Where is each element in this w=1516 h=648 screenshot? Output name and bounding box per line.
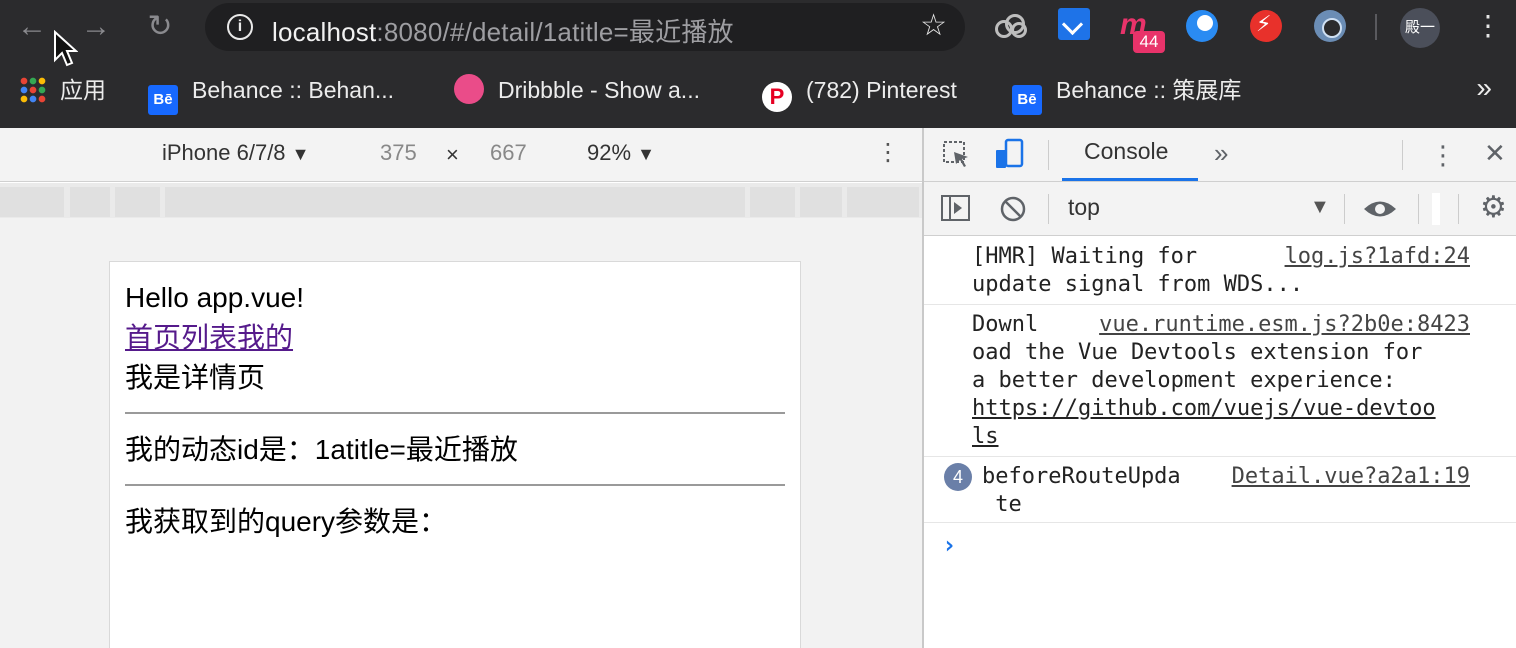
device-toggle-icon[interactable] — [994, 138, 1028, 172]
console-prompt-icon[interactable]: › — [942, 531, 956, 559]
tab-divider — [1048, 140, 1049, 170]
device-select[interactable]: iPhone 6/7/8 ▼ — [162, 140, 310, 166]
toolbar-divider — [1375, 14, 1377, 40]
bookmark-apps[interactable]: 应用 — [20, 74, 106, 106]
more-tabs-icon[interactable]: » — [1214, 138, 1228, 169]
mouse-cursor-icon — [54, 30, 78, 67]
bookmark-label: Dribbble - Show a... — [498, 77, 700, 103]
bookmark-label: (782) Pinterest — [806, 77, 957, 103]
dimension-times: × — [446, 142, 459, 167]
viewport-height-input[interactable]: 667 — [490, 140, 527, 166]
bookmark-star-icon[interactable]: ☆ — [920, 8, 947, 43]
toolbar-divider — [1048, 194, 1049, 224]
info-icon[interactable]: i — [227, 14, 253, 40]
active-tab-indicator — [1062, 178, 1198, 181]
extension-download-icon[interactable] — [1058, 8, 1090, 40]
sidebar-toggle-icon[interactable] — [940, 194, 972, 224]
devtools-tabbar: Console » ⋮ ✕ — [924, 128, 1516, 182]
back-arrow-icon[interactable]: ← — [14, 10, 50, 46]
bookmark-behance-1[interactable]: Bē Behance :: Behan... — [148, 74, 394, 115]
tab-console[interactable]: Console — [1084, 138, 1168, 165]
toolbar-divider — [1344, 194, 1345, 224]
bookmark-label: Behance :: 策展库 — [1056, 77, 1242, 103]
detail-heading: 我是详情页 — [125, 362, 266, 393]
behance-icon: Bē — [1012, 85, 1042, 115]
media-query-segment[interactable] — [750, 187, 795, 217]
bookmark-pinterest[interactable]: P (782) Pinterest — [762, 74, 957, 112]
toolbar-divider — [1458, 194, 1459, 224]
reload-icon[interactable]: ↻ — [142, 10, 178, 46]
console-message: Downl oad the Vue Devtools extension for… — [924, 305, 1516, 457]
extension-blue-circle-icon[interactable] — [1186, 10, 1218, 42]
zoom-select[interactable]: 92% ▼ — [587, 140, 655, 166]
console-output: [HMR] Waiting for update signal from WDS… — [924, 237, 1516, 648]
media-query-segment[interactable] — [800, 187, 842, 217]
url-host: localhost — [272, 17, 377, 47]
nav-links[interactable]: 首页列表我的 — [125, 322, 293, 353]
media-query-segment[interactable] — [115, 187, 160, 217]
zoom-dropdown-icon: ▼ — [637, 144, 655, 164]
extension-badge: 44 — [1133, 31, 1165, 53]
bookmark-dribbble[interactable]: Dribbble - Show a... — [454, 74, 700, 106]
address-bar[interactable]: i localhost:8080/#/detail/1atitle=最近播放 ☆ — [205, 3, 965, 51]
device-toolbar-menu-icon[interactable]: ⋮ — [876, 138, 900, 167]
console-toolbar: top ▼ ⚙ — [924, 182, 1516, 236]
browser-chrome: ← → ↻ i localhost:8080/#/detail/1atitle=… — [0, 0, 1516, 128]
pinterest-icon: P — [762, 82, 792, 112]
close-devtools-icon[interactable]: ✕ — [1484, 138, 1506, 169]
extension-ring-icon[interactable] — [1314, 10, 1346, 42]
extension-cloud-icon[interactable] — [993, 8, 1029, 44]
dribbble-icon — [454, 74, 484, 104]
media-query-segment[interactable] — [0, 187, 64, 217]
device-name: iPhone 6/7/8 — [162, 140, 286, 165]
viewport-width-input[interactable]: 375 — [380, 140, 417, 166]
media-query-bar — [0, 183, 922, 218]
url-path: :8080/#/detail/1atitle=最近播放 — [376, 17, 734, 47]
console-message: [HMR] Waiting for update signal from WDS… — [924, 237, 1516, 305]
device-viewport-area: Hello app.vue! 首页列表我的 我是详情页 我的动态id是：1ati… — [0, 218, 922, 648]
media-query-segment[interactable] — [70, 187, 110, 217]
behance-icon: Bē — [148, 85, 178, 115]
profile-avatar[interactable]: 殿一 — [1400, 8, 1440, 48]
tab-divider — [1402, 140, 1403, 170]
dynamic-id-text: 我的动态id是：1atitle=最近播放 — [125, 434, 518, 465]
url-text[interactable]: localhost:8080/#/detail/1atitle=最近播放 — [272, 12, 734, 49]
zoom-value: 92% — [587, 140, 632, 165]
apps-grid-icon — [20, 77, 46, 103]
forward-arrow-icon[interactable]: → — [78, 10, 114, 46]
clear-console-icon[interactable] — [998, 194, 1028, 224]
console-settings-gear-icon[interactable]: ⚙ — [1480, 190, 1507, 225]
device-dropdown-icon: ▼ — [291, 144, 310, 164]
bookmarks-overflow-icon[interactable]: » — [1476, 72, 1492, 104]
media-query-segment[interactable] — [165, 187, 745, 217]
console-message-text: beforeRouteUpda te — [982, 464, 1181, 517]
bookmark-label: Behance :: Behan... — [192, 77, 395, 103]
inspect-element-icon[interactable] — [942, 140, 972, 170]
bookmarks-bar: 应用 Bē Behance :: Behan... Dribbble - Show… — [0, 70, 1516, 115]
context-dropdown-icon[interactable]: ▼ — [1310, 196, 1330, 219]
browser-menu-icon[interactable]: ⋮ — [1474, 8, 1502, 44]
console-message-source[interactable]: log.js?1afd:24 — [1285, 243, 1470, 271]
divider — [125, 484, 785, 486]
console-filter-input[interactable] — [1432, 193, 1440, 225]
toolbar-divider — [1418, 194, 1419, 224]
bookmark-behance-2[interactable]: Bē Behance :: 策展库 — [1012, 74, 1241, 115]
device-toolbar: iPhone 6/7/8 ▼ 375 × 667 92% ▼ ⋮ — [0, 128, 922, 182]
console-message-link[interactable]: https://github.com/vuejs/vue-devtoo ls — [972, 395, 1436, 451]
context-select[interactable]: top — [1068, 194, 1100, 221]
console-message: 4 beforeRouteUpda te Detail.vue?a2a1:19 — [924, 457, 1516, 523]
console-message-source[interactable]: vue.runtime.esm.js?2b0e:8423 — [1099, 311, 1470, 339]
console-message-text: [HMR] Waiting for update signal from WDS… — [972, 244, 1304, 297]
query-text: 我获取到的query参数是： — [125, 506, 448, 537]
device-screen: Hello app.vue! 首页列表我的 我是详情页 我的动态id是：1ati… — [109, 261, 801, 648]
devtools-menu-icon[interactable]: ⋮ — [1430, 140, 1456, 171]
extension-lightning-icon[interactable] — [1250, 10, 1282, 42]
hello-text: Hello app.vue! — [125, 282, 305, 313]
repeat-count-badge: 4 — [944, 463, 972, 491]
divider — [125, 412, 785, 414]
live-expression-eye-icon[interactable] — [1362, 196, 1398, 222]
bookmark-label: 应用 — [60, 77, 106, 103]
media-query-segment[interactable] — [847, 187, 919, 217]
console-message-source[interactable]: Detail.vue?a2a1:19 — [1232, 463, 1470, 491]
